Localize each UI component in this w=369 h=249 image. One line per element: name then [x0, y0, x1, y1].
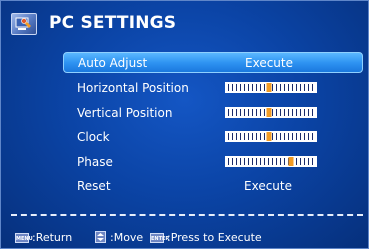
arrow-keys-icon — [95, 231, 106, 243]
menu-item-clock[interactable]: Clock — [63, 125, 363, 150]
slider-ticks — [228, 157, 314, 165]
menu-item-value: Execute — [245, 56, 293, 70]
menu-item-label: Auto Adjust — [78, 56, 148, 70]
menu-item-vertical-position[interactable]: Vertical Position — [63, 101, 363, 126]
menu-item-label: Horizontal Position — [77, 81, 189, 95]
enter-key-icon: ENTER — [150, 233, 169, 243]
clock-slider[interactable] — [225, 131, 317, 142]
menu-item-label: Clock — [77, 130, 110, 144]
menu-item-horizontal-position[interactable]: Horizontal Position — [63, 76, 363, 101]
page-title: PC SETTINGS — [49, 13, 177, 33]
help-execute-label: :Press to Execute — [167, 231, 262, 244]
menu-item-label: Vertical Position — [77, 105, 173, 120]
slider-knob[interactable] — [266, 83, 272, 92]
pc-settings-icon — [11, 13, 37, 35]
settings-menu: Auto Adjust Execute Horizontal Position … — [63, 52, 363, 199]
phase-slider[interactable] — [225, 155, 317, 167]
divider — [11, 214, 363, 216]
slider-knob[interactable] — [288, 156, 294, 166]
slider-knob[interactable] — [266, 132, 272, 141]
menu-item-label: Reset — [77, 179, 111, 193]
help-return-label: :Return — [32, 231, 73, 244]
menu-item-value: Execute — [244, 179, 292, 193]
help-bar: MENU :Return :Move ENTER :Press to Execu… — [1, 230, 368, 248]
title-bar: PC SETTINGS — [1, 1, 368, 47]
menu-item-reset[interactable]: Reset Execute — [63, 174, 363, 199]
vertical-position-slider[interactable] — [225, 106, 317, 118]
horizontal-position-slider[interactable] — [225, 82, 317, 93]
help-move-label: :Move — [110, 231, 144, 244]
slider-knob[interactable] — [266, 107, 272, 117]
menu-key-icon: MENU — [15, 233, 33, 243]
osd-screen: PC SETTINGS Auto Adjust Execute Horizont… — [0, 0, 369, 249]
menu-item-auto-adjust[interactable]: Auto Adjust Execute — [63, 52, 363, 73]
menu-item-label: Phase — [77, 154, 113, 169]
menu-item-phase[interactable]: Phase — [63, 150, 363, 175]
